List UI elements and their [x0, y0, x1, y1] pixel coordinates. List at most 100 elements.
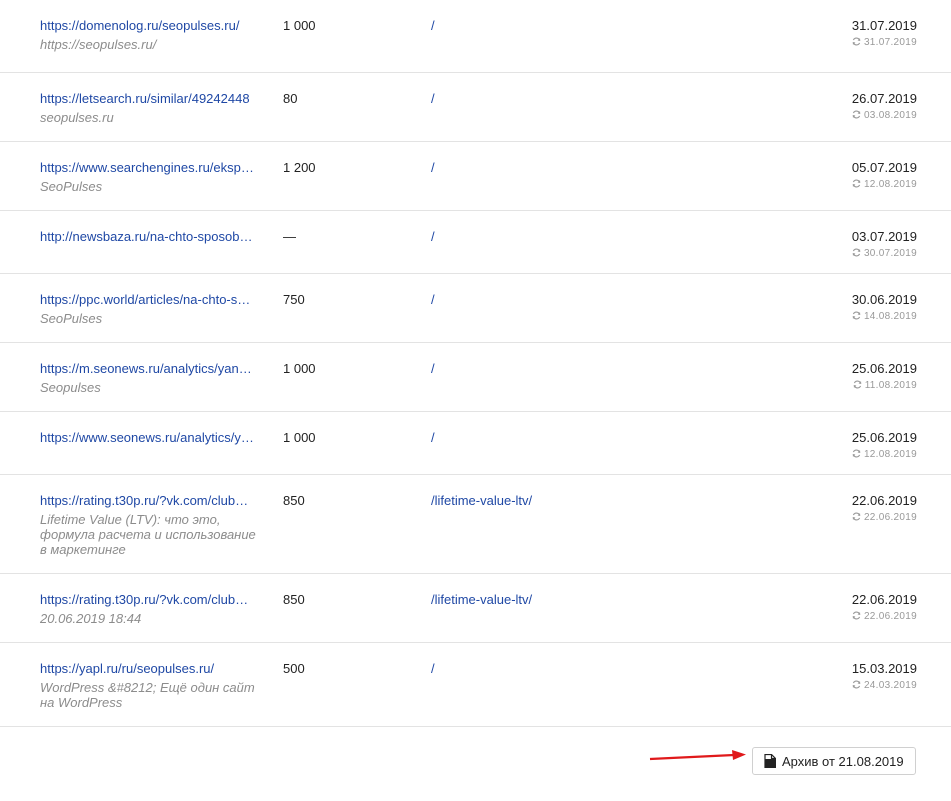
target-page-link[interactable]: /	[431, 292, 435, 308]
updated-date: 22.06.2019	[852, 610, 917, 623]
table-row: http://newsbaza.ru/na-chto-sposob… — / 03.0…	[0, 211, 951, 274]
updated-date: 12.08.2019	[852, 178, 917, 191]
table-row: https://letsearch.ru/similar/49242448 seo…	[0, 73, 951, 142]
updated-date: 31.07.2019	[852, 36, 917, 49]
refresh-icon	[852, 512, 861, 521]
source-description: seopulses.ru	[40, 110, 114, 125]
found-date: 22.06.2019	[851, 493, 917, 508]
updated-date-value: 12.08.2019	[863, 449, 917, 460]
found-date: 03.07.2019	[851, 229, 917, 244]
document-icon	[764, 754, 776, 768]
target-page-link[interactable]: /	[431, 430, 435, 446]
refresh-icon	[852, 37, 861, 46]
updated-date-value: 31.07.2019	[863, 37, 917, 48]
source-url-link[interactable]: https://rating.t30p.ru/?vk.com/club…	[40, 592, 255, 608]
refresh-icon	[853, 380, 861, 389]
found-date: 31.07.2019	[851, 18, 917, 33]
target-page-link[interactable]: /	[431, 91, 435, 107]
source-cell: https://m.seonews.ru/analytics/yan… Seopu…	[40, 361, 260, 395]
table-row: https://yapl.ru/ru/seopulses.ru/WordPres…	[0, 643, 951, 727]
source-url-link[interactable]: https://m.seonews.ru/analytics/yan…	[40, 361, 255, 377]
source-url-link[interactable]: http://newsbaza.ru/na-chto-sposob…	[40, 229, 255, 245]
refresh-icon	[852, 449, 861, 458]
date-cell: 05.07.2019 12.08.2019	[852, 160, 917, 191]
backlinks-table: https://domenolog.ru/seopulses.ru/https:…	[0, 0, 951, 727]
table-row: https://rating.t30p.ru/?vk.com/club… 20.0…	[0, 574, 951, 643]
refresh-icon	[852, 680, 861, 689]
date-cell: 26.07.2019 03.08.2019	[852, 91, 917, 122]
source-cell: http://newsbaza.ru/na-chto-sposob…	[40, 229, 260, 245]
refresh-icon	[852, 611, 861, 620]
source-url-link[interactable]: https://www.searchengines.ru/eksp…	[40, 160, 255, 176]
date-cell: 25.06.2019 12.08.2019	[852, 430, 917, 461]
link-count: 850	[283, 592, 305, 607]
source-url-link[interactable]: https://letsearch.ru/similar/49242448	[40, 91, 255, 107]
updated-date-value: 14.08.2019	[863, 311, 917, 322]
found-date: 05.07.2019	[851, 160, 917, 175]
date-cell: 31.07.2019 31.07.2019	[852, 18, 917, 49]
updated-date: 22.06.2019	[852, 511, 917, 524]
updated-date-value: 22.06.2019	[863, 611, 917, 622]
source-cell: https://rating.t30p.ru/?vk.com/club… Life…	[40, 493, 260, 557]
updated-date-value: 22.06.2019	[863, 512, 917, 523]
table-row: https://domenolog.ru/seopulses.ru/https:…	[0, 0, 951, 73]
archive-button-label: Архив от 21.08.2019	[782, 753, 904, 769]
found-date: 30.06.2019	[851, 292, 917, 307]
refresh-icon	[852, 179, 861, 188]
archive-button[interactable]: Архив от 21.08.2019	[752, 747, 916, 775]
source-cell: https://www.searchengines.ru/eksp… SeoPul…	[40, 160, 260, 194]
source-cell: https://ppc.world/articles/na-chto-s… Seo…	[40, 292, 260, 326]
target-page-link[interactable]: /	[431, 361, 435, 377]
target-page-link[interactable]: /lifetime-value-ltv/	[431, 493, 532, 509]
target-page-link[interactable]: /	[431, 18, 435, 34]
backlinks-page: https://domenolog.ru/seopulses.ru/https:…	[0, 0, 951, 801]
source-cell: https://letsearch.ru/similar/49242448 seo…	[40, 91, 260, 125]
found-date: 22.06.2019	[851, 592, 917, 607]
date-cell: 30.06.2019 14.08.2019	[852, 292, 917, 323]
table-row: https://www.searchengines.ru/eksp… SeoPul…	[0, 142, 951, 211]
source-description: Seopulses	[40, 380, 101, 395]
updated-date: 30.07.2019	[852, 247, 917, 260]
refresh-icon	[852, 248, 861, 257]
link-count: 80	[283, 91, 298, 106]
date-cell: 22.06.2019 22.06.2019	[852, 493, 917, 524]
link-count: 850	[283, 493, 305, 508]
source-cell: https://rating.t30p.ru/?vk.com/club… 20.0…	[40, 592, 260, 626]
target-page-link[interactable]: /	[431, 229, 435, 245]
red-arrow-annotation	[649, 750, 746, 761]
source-description: 20.06.2019 18:44	[40, 611, 142, 626]
source-description: Lifetime Value (LTV): что это, формула р…	[40, 512, 256, 557]
source-url-link[interactable]: https://domenolog.ru/seopulses.ru/	[40, 18, 255, 34]
updated-date-value: 12.08.2019	[863, 179, 917, 190]
source-description: SeoPulses	[40, 311, 103, 326]
link-count: 1 200	[283, 160, 316, 175]
source-description: SeoPulses	[40, 179, 103, 194]
source-url-link[interactable]: https://www.seonews.ru/analytics/y…	[40, 430, 255, 446]
source-url-link[interactable]: https://ppc.world/articles/na-chto-s…	[40, 292, 255, 308]
source-url-link[interactable]: https://rating.t30p.ru/?vk.com/club…	[40, 493, 255, 509]
target-page-link[interactable]: /lifetime-value-ltv/	[431, 592, 532, 608]
target-page-link[interactable]: /	[431, 160, 435, 176]
date-cell: 25.06.2019 11.08.2019	[852, 361, 917, 392]
table-row: https://ppc.world/articles/na-chto-s… Seo…	[0, 274, 951, 343]
source-description: WordPress &#8212; Ещё один сайт на WordP…	[40, 680, 255, 710]
updated-date-value: 30.07.2019	[863, 248, 917, 259]
source-description: https://seopulses.ru/	[40, 37, 157, 52]
refresh-icon	[852, 311, 861, 320]
table-row: https://www.seonews.ru/analytics/y… 1 000…	[0, 412, 951, 475]
link-count: 1 000	[283, 361, 316, 376]
link-count: 1 000	[283, 430, 316, 445]
found-date: 25.06.2019	[851, 361, 917, 376]
source-cell: https://yapl.ru/ru/seopulses.ru/WordPres…	[40, 661, 260, 710]
link-count: 500	[283, 661, 305, 676]
date-cell: 15.03.2019 24.03.2019	[852, 661, 917, 692]
source-cell: https://domenolog.ru/seopulses.ru/https:…	[40, 18, 260, 52]
source-cell: https://www.seonews.ru/analytics/y…	[40, 430, 260, 446]
updated-date-value: 03.08.2019	[863, 110, 917, 121]
updated-date-value: 24.03.2019	[863, 680, 917, 691]
source-url-link[interactable]: https://yapl.ru/ru/seopulses.ru/	[40, 661, 255, 677]
updated-date: 12.08.2019	[852, 448, 917, 461]
found-date: 15.03.2019	[851, 661, 917, 676]
updated-date: 03.08.2019	[852, 109, 917, 122]
target-page-link[interactable]: /	[431, 661, 435, 677]
